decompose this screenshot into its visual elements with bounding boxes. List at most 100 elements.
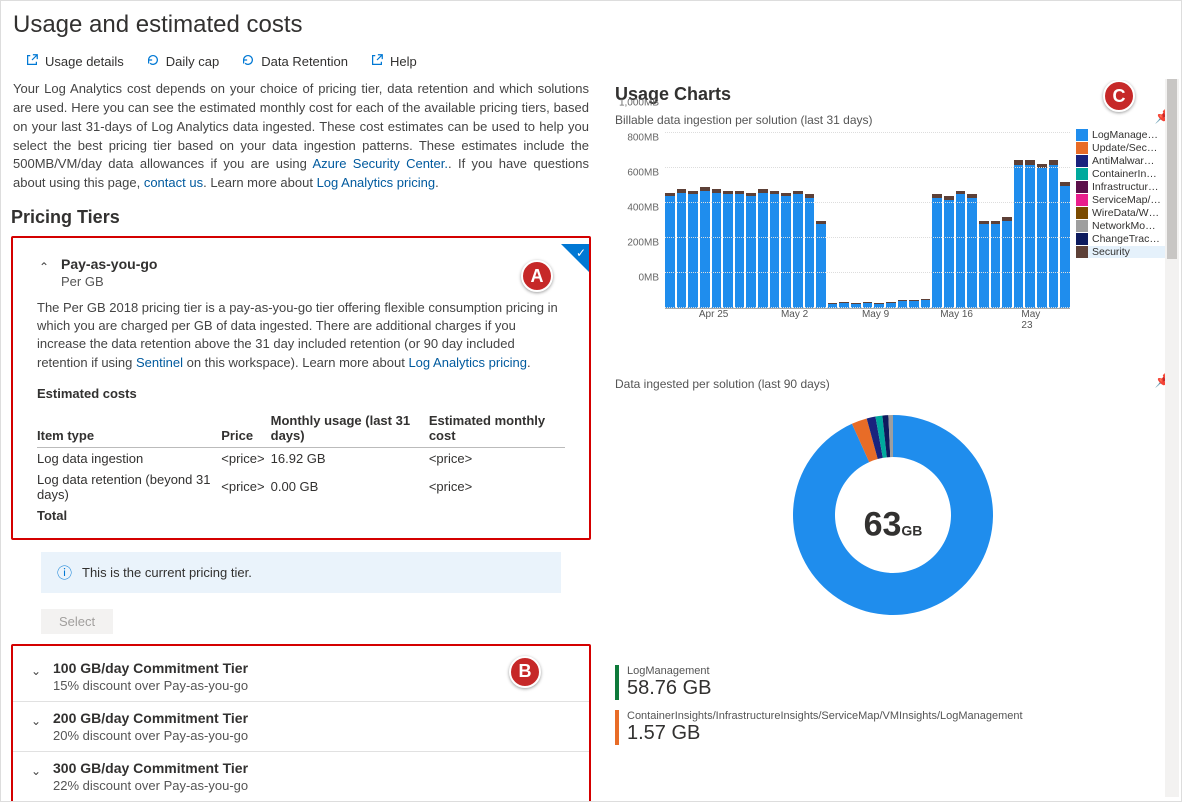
- bar[interactable]: [758, 189, 768, 308]
- bar[interactable]: [1060, 182, 1070, 308]
- asc-link[interactable]: Azure Security Center.: [312, 156, 448, 171]
- bar[interactable]: [805, 194, 815, 308]
- banner-text: This is the current pricing tier.: [82, 565, 252, 580]
- column-header: Price: [221, 409, 270, 448]
- tier-200-gb-day-commitment-tier[interactable]: ⌄ 200 GB/day Commitment Tier 20% discount …: [13, 701, 589, 751]
- bar[interactable]: [816, 221, 826, 308]
- bar[interactable]: [700, 187, 710, 308]
- bar[interactable]: [956, 191, 966, 308]
- bar[interactable]: [1002, 217, 1012, 308]
- pricing-tiers-heading: Pricing Tiers: [11, 207, 591, 228]
- toolbar-help[interactable]: Help: [370, 53, 417, 70]
- legend-item[interactable]: ChangeTrac…: [1076, 233, 1171, 245]
- estimated-costs-heading: Estimated costs: [37, 386, 565, 401]
- bar[interactable]: [781, 193, 791, 309]
- annotation-marker-c: C: [1103, 80, 1135, 112]
- cost-total-row: Total: [37, 505, 565, 526]
- chevron-down-icon: ⌄: [29, 714, 43, 728]
- legend-swatch: [1076, 246, 1088, 258]
- bar[interactable]: [1049, 160, 1059, 308]
- legend-swatch: [1076, 129, 1088, 141]
- toolbar: Usage details Daily cap Data Retention Help: [1, 39, 1181, 80]
- chevron-down-icon: ⌄: [29, 664, 43, 678]
- legend-item[interactable]: Update/Sec…: [1076, 142, 1171, 154]
- external-link-icon: [370, 53, 384, 70]
- legend-item[interactable]: LogManage…: [1076, 129, 1171, 141]
- legend-swatch: [1076, 168, 1088, 180]
- stat-container-insights: ContainerInsights/InfrastructureInsights…: [615, 710, 1171, 745]
- bar[interactable]: [944, 196, 954, 308]
- toolbar-data-retention[interactable]: Data Retention: [241, 53, 348, 70]
- bar[interactable]: [746, 193, 756, 309]
- pricing-link[interactable]: Log Analytics pricing: [317, 175, 436, 190]
- bar[interactable]: [735, 191, 745, 308]
- bar[interactable]: [712, 189, 722, 308]
- tier-pay-as-you-go[interactable]: ⌃ Pay-as-you-go Per GB The Per GB 2018 p…: [13, 244, 589, 538]
- usage-charts-heading: Usage Charts: [615, 84, 1171, 105]
- bar[interactable]: [967, 194, 977, 308]
- annotation-marker-b: B: [509, 656, 541, 688]
- scrollbar[interactable]: [1165, 79, 1179, 797]
- bar[interactable]: [1014, 160, 1024, 308]
- bar[interactable]: [979, 221, 989, 308]
- cost-row: Log data retention (beyond 31 days)<pric…: [37, 469, 565, 505]
- refresh-icon: [146, 53, 160, 70]
- cost-table: Item typePriceMonthly usage (last 31 day…: [37, 409, 565, 526]
- donut-chart[interactable]: 63GB: [615, 395, 1171, 655]
- stat-logmanagement: LogManagement 58.76 GB: [615, 665, 1171, 700]
- bar[interactable]: [793, 191, 803, 308]
- legend-swatch: [1076, 155, 1088, 167]
- legend-item[interactable]: ContainerIn…: [1076, 168, 1171, 180]
- bar[interactable]: [991, 221, 1001, 308]
- annotation-box-a: A ⌃ Pay-as-you-go Per GB The Per GB 2018…: [11, 236, 591, 540]
- info-icon: ⓘ: [57, 562, 72, 583]
- tier-subtitle: 15% discount over Pay-as-you-go: [53, 678, 248, 693]
- donut-center-label: 63GB: [864, 506, 923, 545]
- tier-100-gb-day-commitment-tier[interactable]: ⌄100 GB/day Commitment Tier15% discount …: [13, 652, 589, 701]
- select-button[interactable]: Select: [41, 609, 113, 634]
- refresh-icon: [241, 53, 255, 70]
- chart1-subtitle: Billable data ingestion per solution (la…: [615, 113, 872, 127]
- legend-swatch: [1076, 142, 1088, 154]
- annotation-box-b: B ⌄100 GB/day Commitment Tier15% discoun…: [11, 644, 591, 801]
- contact-link[interactable]: contact us: [144, 175, 203, 190]
- legend-swatch: [1076, 194, 1088, 206]
- selected-corner-icon: [561, 244, 589, 272]
- tier-subtitle: 22% discount over Pay-as-you-go: [53, 778, 248, 793]
- bar[interactable]: [677, 189, 687, 308]
- pricing-link-2[interactable]: Log Analytics pricing: [408, 355, 527, 370]
- column-header: Estimated monthly cost: [429, 409, 565, 448]
- toolbar-daily-cap[interactable]: Daily cap: [146, 53, 219, 70]
- legend-item[interactable]: Infrastructur…: [1076, 181, 1171, 193]
- legend-item[interactable]: WireData/W…: [1076, 207, 1171, 219]
- bar[interactable]: [688, 191, 698, 308]
- bar[interactable]: [932, 194, 942, 308]
- legend-swatch: [1076, 220, 1088, 232]
- tier-title: 200 GB/day Commitment Tier: [53, 710, 248, 726]
- sentinel-link[interactable]: Sentinel: [136, 355, 183, 370]
- external-link-icon: [25, 53, 39, 70]
- legend-item[interactable]: ServiceMap/…: [1076, 194, 1171, 206]
- bar[interactable]: [1037, 164, 1047, 308]
- legend-item[interactable]: AntiMalwar…: [1076, 155, 1171, 167]
- legend-item[interactable]: NetworkMo…: [1076, 220, 1171, 232]
- chart2-subtitle: Data ingested per solution (last 90 days…: [615, 377, 830, 391]
- bar[interactable]: [723, 191, 733, 308]
- bar[interactable]: [770, 191, 780, 308]
- description-text: Your Log Analytics cost depends on your …: [11, 80, 591, 193]
- bar[interactable]: [1025, 160, 1035, 308]
- tier-subtitle: 20% discount over Pay-as-you-go: [53, 728, 248, 743]
- toolbar-usage-details[interactable]: Usage details: [25, 53, 124, 70]
- chart-legend: LogManage…Update/Sec…AntiMalwar…Containe…: [1076, 129, 1171, 329]
- tier-title: Pay-as-you-go: [61, 256, 157, 272]
- chevron-up-icon[interactable]: ⌃: [37, 260, 51, 274]
- bar[interactable]: [665, 193, 675, 309]
- tier-description: The Per GB 2018 pricing tier is a pay-as…: [37, 299, 565, 372]
- tier-300-gb-day-commitment-tier[interactable]: ⌄300 GB/day Commitment Tier22% discount …: [13, 751, 589, 801]
- bar-chart[interactable]: 0MB200MB400MB600MB800MB1,000MB Apr 25May…: [615, 129, 1070, 329]
- legend-swatch: [1076, 207, 1088, 219]
- legend-swatch: [1076, 233, 1088, 245]
- tier-title: 300 GB/day Commitment Tier: [53, 760, 248, 776]
- current-tier-banner: ⓘ This is the current pricing tier.: [41, 552, 561, 593]
- legend-item[interactable]: Security: [1076, 246, 1171, 258]
